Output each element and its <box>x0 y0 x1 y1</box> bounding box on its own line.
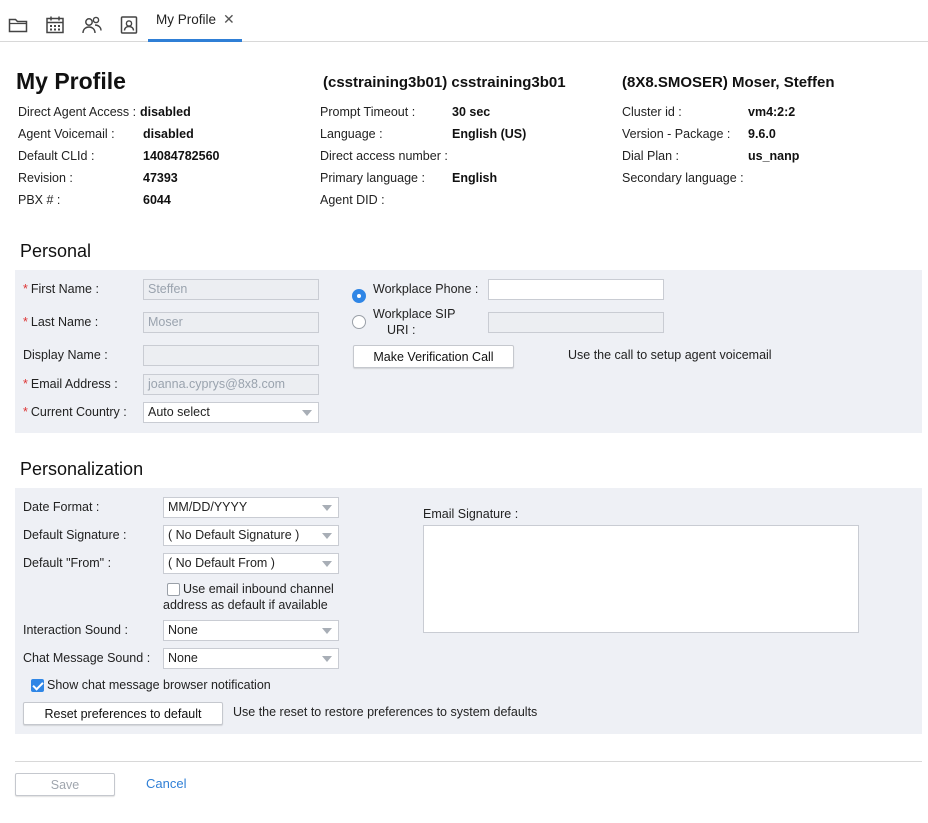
first-name-label-text: First Name : <box>30 282 99 296</box>
tab-my-profile[interactable]: My Profile ✕ <box>148 0 242 42</box>
required-mark: * <box>23 282 28 296</box>
users-icon[interactable] <box>81 14 103 36</box>
date-format-select[interactable]: MM/DD/YYYY <box>163 497 339 518</box>
section-title-personal: Personal <box>20 241 92 261</box>
show-notification-label: Show chat message browser notification <box>47 678 271 692</box>
info-label: Direct access number : <box>320 149 448 163</box>
top-toolbar: My Profile ✕ <box>0 0 928 42</box>
save-button[interactable]: Save <box>15 773 115 796</box>
interaction-sound-label: Interaction Sound : <box>23 623 128 637</box>
workplace-sip-label-line1: Workplace SIP <box>373 307 456 321</box>
footer-divider <box>15 761 922 762</box>
info-value: disabled <box>143 127 194 141</box>
info-label: Dial Plan : <box>622 149 679 163</box>
use-inbound-checkbox[interactable] <box>167 583 180 596</box>
section-title-personalization: Personalization <box>20 459 144 479</box>
email-signature-label: Email Signature : <box>423 507 519 521</box>
default-from-value: ( No Default From ) <box>168 556 275 570</box>
tab-label: My Profile <box>156 12 217 27</box>
chat-sound-value: None <box>168 651 198 665</box>
info-label: Revision : <box>18 171 73 185</box>
country-select[interactable]: Auto select <box>143 402 319 423</box>
workplace-sip-radio[interactable] <box>352 315 366 329</box>
first-name-input[interactable]: Steffen <box>143 279 319 300</box>
chat-sound-label: Chat Message Sound : <box>23 651 151 665</box>
chevron-down-icon <box>322 656 332 662</box>
chevron-down-icon <box>302 410 312 416</box>
interaction-sound-select[interactable]: None <box>163 620 339 641</box>
info-value: English (US) <box>452 127 527 141</box>
required-mark: * <box>23 315 28 329</box>
country-select-value: Auto select <box>148 405 210 419</box>
info-label: Secondary language : <box>622 171 744 185</box>
info-value: vm4:2:2 <box>748 105 796 119</box>
info-value: 14084782560 <box>143 149 220 163</box>
last-name-label-text: Last Name : <box>30 315 99 329</box>
info-value: 47393 <box>143 171 178 185</box>
default-from-select[interactable]: ( No Default From ) <box>163 553 339 574</box>
calendar-icon[interactable] <box>44 14 66 36</box>
chevron-down-icon <box>322 561 332 567</box>
workplace-sip-label-line2: URI : <box>387 323 416 337</box>
folder-icon[interactable] <box>7 14 29 36</box>
info-label: Agent Voicemail : <box>18 127 115 141</box>
info-value: us_nanp <box>748 149 800 163</box>
info-label: Language : <box>320 127 383 141</box>
info-value: English <box>452 171 498 185</box>
chevron-down-icon <box>322 628 332 634</box>
date-format-label: Date Format : <box>23 500 100 514</box>
make-verification-call-button[interactable]: Make Verification Call <box>353 345 514 368</box>
tenant-name: (csstraining3b01) csstraining3b01 <box>323 74 566 91</box>
chat-sound-select[interactable]: None <box>163 648 339 669</box>
last-name-input[interactable]: Moser <box>143 312 319 333</box>
workplace-sip-input[interactable] <box>488 312 664 333</box>
default-signature-value: ( No Default Signature ) <box>168 528 300 542</box>
reset-preferences-button[interactable]: Reset preferences to default <box>23 702 223 725</box>
agent-name: (8X8.SMOSER) Moser, Steffen <box>622 74 835 91</box>
info-value: disabled <box>140 105 191 119</box>
first-name-label: * First Name : <box>23 282 99 296</box>
info-label: Cluster id : <box>622 105 682 119</box>
close-icon[interactable]: ✕ <box>223 11 235 28</box>
info-label: PBX # : <box>18 193 61 207</box>
last-name-label: * Last Name : <box>23 315 98 329</box>
info-label: Direct Agent Access : <box>18 105 137 119</box>
info-value: 6044 <box>143 193 171 207</box>
use-inbound-label-line2: address as default if available <box>163 598 328 612</box>
info-label: Primary language : <box>320 171 425 185</box>
cancel-link[interactable]: Cancel <box>146 776 186 791</box>
email-signature-textarea[interactable] <box>423 525 859 633</box>
email-label: * Email Address : <box>23 377 118 391</box>
country-label-text: Current Country : <box>30 405 127 419</box>
verification-hint: Use the call to setup agent voicemail <box>568 348 772 362</box>
info-label: Default CLId : <box>18 149 95 163</box>
workplace-phone-radio[interactable] <box>352 289 366 303</box>
required-mark: * <box>23 405 28 419</box>
workplace-phone-label: Workplace Phone : <box>373 282 479 296</box>
info-value: 9.6.0 <box>748 127 776 141</box>
default-signature-select[interactable]: ( No Default Signature ) <box>163 525 339 546</box>
info-label: Prompt Timeout : <box>320 105 416 119</box>
chevron-down-icon <box>322 505 332 511</box>
email-label-text: Email Address : <box>30 377 118 391</box>
default-signature-label: Default Signature : <box>23 528 127 542</box>
reset-hint: Use the reset to restore preferences to … <box>233 705 538 719</box>
show-notification-checkbox[interactable] <box>31 679 44 692</box>
workplace-phone-input[interactable] <box>488 279 664 300</box>
contact-card-icon[interactable] <box>118 14 140 36</box>
interaction-sound-value: None <box>168 623 198 637</box>
display-name-label: Display Name : <box>23 348 108 362</box>
chevron-down-icon <box>322 533 332 539</box>
info-label: Version - Package : <box>622 127 731 141</box>
email-input[interactable]: joanna.cyprys@8x8.com <box>143 374 319 395</box>
date-format-value: MM/DD/YYYY <box>168 500 248 514</box>
country-label: * Current Country : <box>23 405 127 419</box>
use-inbound-label-line1: Use email inbound channel <box>183 582 334 596</box>
page-title: My Profile <box>16 68 126 94</box>
info-label: Agent DID : <box>320 193 385 207</box>
required-mark: * <box>23 377 28 391</box>
display-name-input[interactable] <box>143 345 319 366</box>
default-from-label: Default "From" : <box>23 556 112 570</box>
info-value: 30 sec <box>452 105 491 119</box>
